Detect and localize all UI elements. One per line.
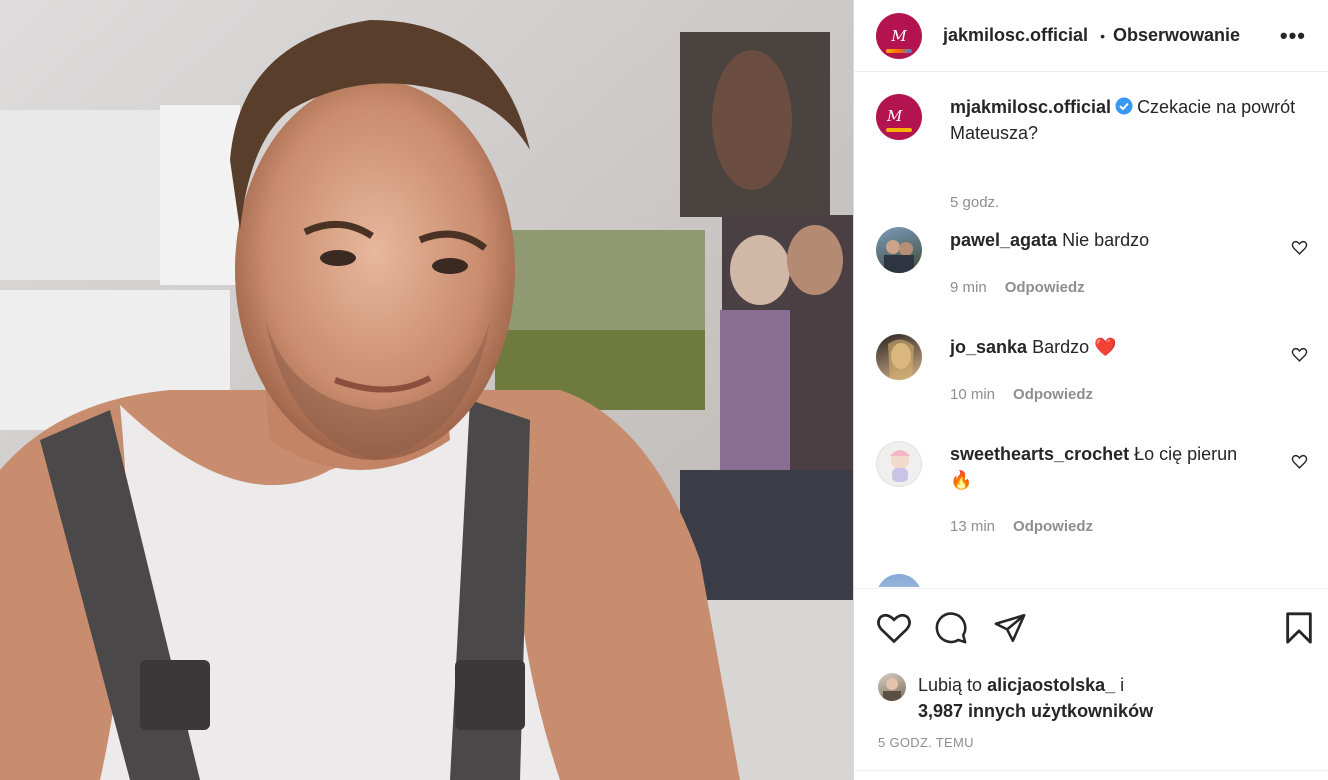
liker-username[interactable]: alicjaostolska_ (987, 675, 1115, 695)
comment-avatar[interactable] (876, 441, 922, 487)
caption-item: M mjakmilosc.official Czekacie na powrót … (876, 94, 1308, 211)
save-bookmark-icon[interactable] (1284, 611, 1314, 645)
like-comment-heart-icon[interactable] (1291, 346, 1308, 363)
svg-text:M: M (886, 107, 903, 125)
following-button[interactable]: Obserwowanie (1113, 25, 1240, 46)
comment-item: pawel_agata Nie bardzo 9 min Odpowiedz (876, 227, 1308, 307)
likes-prefix: Lubią to (918, 675, 983, 695)
comment-time: 13 min (950, 518, 996, 535)
header-username[interactable]: jakmilosc.official (943, 25, 1088, 46)
like-comment-heart-icon[interactable] (1291, 239, 1308, 256)
comment-text-block: pawel_agata Nie bardzo (950, 227, 1268, 253)
comment-username[interactable]: jo_sanka (950, 337, 1027, 357)
comment-username[interactable]: sweethearts_crochet (950, 444, 1129, 464)
post-header: M jakmilosc.official • Obserwowanie ••• (854, 0, 1328, 72)
user-photo-icon (883, 678, 901, 701)
comment-text-block: jo_sanka Bardzo ❤️ (950, 334, 1268, 360)
like-comment-heart-icon[interactable] (1291, 453, 1308, 470)
comment-text-block: sweethearts_crochet Ło cię pierun 🔥 (950, 441, 1268, 493)
comment-item: jo_sanka Bardzo ❤️ 10 min Odpowiedz (876, 334, 1308, 414)
comment-text: Nie bardzo (1062, 230, 1150, 250)
comment-meta: 13 min Odpowiedz (950, 518, 1093, 535)
likes-text: Lubią to alicjaostolska_ i 3,987 innych … (918, 672, 1153, 724)
fire-emoji: 🔥 (950, 470, 973, 490)
likes-conj: i (1120, 675, 1125, 695)
caption-username[interactable]: mjakmilosc.official (950, 97, 1111, 117)
comment-text: Ło cię pierun (1134, 444, 1238, 464)
caption-meta: 5 godz. (950, 194, 999, 211)
like-heart-icon[interactable] (876, 611, 912, 645)
more-options-icon[interactable]: ••• (1280, 23, 1306, 49)
verified-badge-icon (1115, 97, 1133, 115)
brand-logo-icon: M (891, 26, 907, 45)
comment-meta: 10 min Odpowiedz (950, 386, 1093, 403)
crochet-doll-icon (890, 450, 910, 482)
post-side-panel: M jakmilosc.official • Obserwowanie ••• … (853, 0, 1328, 780)
caption-time: 5 godz. (950, 194, 1000, 211)
post-photo[interactable] (0, 0, 853, 780)
caption-text-block: mjakmilosc.official Czekacie na powrót Ma… (950, 94, 1298, 146)
reply-button[interactable]: Odpowiedz (1013, 518, 1093, 535)
post-time-ago[interactable]: 5 GODZ. TEMU (878, 735, 974, 750)
comment-text: Bardzo (1032, 337, 1090, 357)
likes-summary: Lubią to alicjaostolska_ i 3,987 innych … (878, 672, 1153, 724)
user-photo-icon (888, 339, 914, 380)
reply-button[interactable]: Odpowiedz (1013, 386, 1093, 403)
post-photo-illustration (0, 0, 853, 780)
brand-logo-icon: M (886, 107, 912, 132)
heart-emoji: ❤️ (1094, 337, 1117, 357)
comment-item-partial (876, 574, 1308, 587)
brand-logo-stripe (886, 48, 912, 53)
comment-username[interactable]: pawel_agata (950, 230, 1057, 250)
comment-avatar[interactable] (876, 227, 922, 273)
comment-avatar[interactable] (876, 574, 922, 587)
comment-time: 9 min (950, 279, 987, 296)
liker-avatar[interactable] (878, 673, 906, 701)
caption-avatar[interactable]: M (876, 94, 922, 140)
share-send-icon[interactable] (993, 611, 1027, 645)
header-separator: • (1100, 27, 1105, 44)
comment-meta: 9 min Odpowiedz (950, 279, 1085, 296)
likes-count[interactable]: 3,987 innych użytkowników (918, 701, 1153, 721)
account-avatar[interactable]: M (876, 12, 922, 59)
divider (854, 770, 1328, 771)
comment-time: 10 min (950, 386, 996, 403)
comment-item: sweethearts_crochet Ło cię pierun 🔥 13 m… (876, 441, 1308, 551)
user-photo-icon (884, 240, 914, 273)
reply-button[interactable]: Odpowiedz (1005, 279, 1085, 296)
post-actions (854, 588, 1328, 669)
comments-list[interactable]: M mjakmilosc.official Czekacie na powrót … (854, 72, 1328, 587)
comment-bubble-icon[interactable] (934, 611, 968, 645)
comment-avatar[interactable] (876, 334, 922, 380)
